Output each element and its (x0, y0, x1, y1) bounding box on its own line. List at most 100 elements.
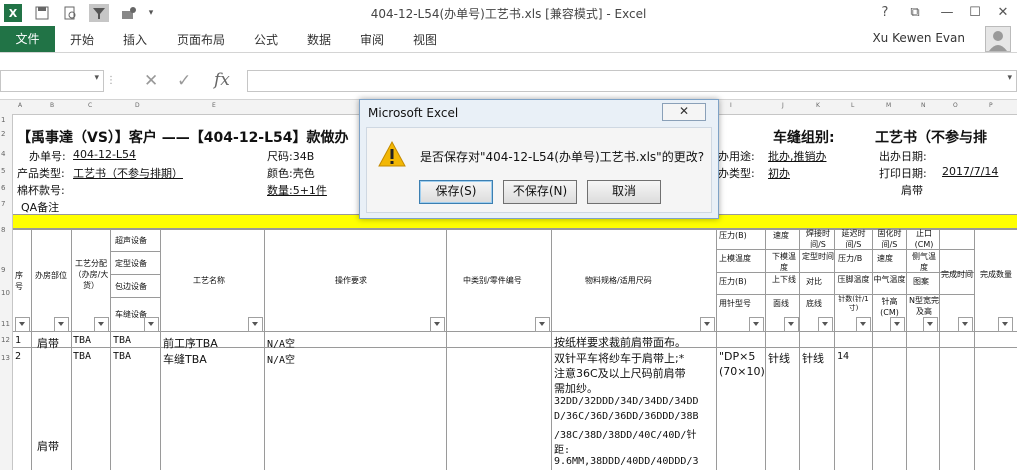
column-d[interactable]: D (135, 102, 140, 109)
filter-dropdown[interactable] (890, 317, 905, 332)
column-p[interactable]: P (989, 102, 993, 109)
row-4[interactable]: 4 (1, 150, 5, 158)
row2-material-line: 32DD/32DDD/34D/34DD/34DD (554, 396, 699, 407)
purpose-value: 批办,推销办 (768, 150, 827, 163)
dialog-close-button[interactable]: ✕ (662, 103, 706, 121)
row-9[interactable]: 9 (1, 266, 5, 274)
filter-dropdown[interactable] (248, 317, 263, 332)
row1-req: N/A空 (267, 339, 296, 350)
tab-home[interactable]: 开始 (70, 31, 94, 48)
save-button[interactable]: 保存(S) (419, 180, 493, 204)
name-box[interactable]: ▾ (0, 70, 104, 92)
user-name[interactable]: Xu Kewen Evan (872, 31, 965, 45)
help-button[interactable]: ? (876, 4, 894, 22)
tab-page-layout[interactable]: 页面布局 (177, 31, 225, 48)
cancel-icon[interactable]: ✕ (144, 71, 158, 91)
filter-dropdown[interactable] (94, 317, 109, 332)
filter-dropdown[interactable] (749, 317, 764, 332)
row-8[interactable]: 8 (1, 226, 5, 234)
grid-line (31, 228, 32, 470)
filter-dropdown[interactable] (144, 317, 159, 332)
close-button[interactable]: ✕ (994, 4, 1012, 22)
insert-function-button[interactable]: fx (214, 70, 230, 90)
row-1[interactable]: 1 (1, 116, 5, 124)
row1-craft: 前工序TBA (163, 337, 218, 350)
header-ultrasonic: 超声设备 (115, 236, 147, 245)
tab-formulas[interactable]: 公式 (254, 31, 278, 48)
filter-dropdown[interactable] (998, 317, 1013, 332)
sample-type-label: 办类型: (718, 167, 755, 180)
grid-line (974, 228, 975, 470)
ribbon-display-button[interactable]: ⧉ (906, 4, 924, 22)
row-5[interactable]: 5 (1, 167, 5, 175)
column-e[interactable]: E (212, 102, 216, 109)
header-side-temp: 侧气温度 (912, 252, 936, 272)
filter-dropdown[interactable] (700, 317, 715, 332)
formula-bar-area: ▾ ⋮ ✕ ✓ fx ▾ (0, 53, 1017, 100)
header-stitch-height: 针高(CM) (880, 297, 899, 317)
grid-line (765, 228, 766, 470)
row-13[interactable]: 13 (1, 354, 10, 362)
print-date-label: 打印日期: (879, 167, 927, 180)
filter-dropdown[interactable] (923, 317, 938, 332)
row2-dept: 肩带 (37, 440, 59, 453)
header-shape-time: 定型时间 (802, 252, 834, 261)
dont-save-button[interactable]: 不保存(N) (503, 180, 577, 204)
filter-dropdown[interactable] (54, 317, 69, 332)
row1-seq: 1 (15, 335, 22, 346)
filter-dropdown[interactable] (430, 317, 445, 332)
row2-needle-size: (70×10) (719, 365, 765, 378)
sheet-title: 【禹事達（VS）】客户 ——【404-12-L54】款做办 (17, 130, 349, 146)
process-title: 工艺书（不参与排 (875, 130, 987, 146)
grid-line (716, 228, 717, 470)
size-label: 尺码:34B (267, 150, 315, 163)
column-n[interactable]: N (921, 102, 926, 109)
header-craft-alloc: 工艺分配（办房/大货） (73, 259, 109, 290)
column-b[interactable]: B (50, 102, 54, 109)
filter-dropdown[interactable] (784, 317, 799, 332)
enter-icon[interactable]: ✓ (177, 71, 191, 91)
header-dept: 办房部位 (35, 271, 67, 280)
row-10[interactable]: 10 (1, 289, 10, 297)
expand-formula-icon[interactable]: ▾ (1007, 73, 1012, 83)
tab-data[interactable]: 数据 (307, 31, 331, 48)
tab-insert[interactable]: 插入 (123, 31, 147, 48)
tab-file[interactable]: 文件 (0, 26, 55, 52)
header-top-temp: 上模温度 (719, 254, 751, 263)
filter-dropdown[interactable] (856, 317, 871, 332)
column-i[interactable]: I (730, 102, 732, 109)
column-o[interactable]: O (953, 102, 958, 109)
column-k[interactable]: K (816, 102, 820, 109)
column-l[interactable]: L (851, 102, 854, 109)
tab-review[interactable]: 审阅 (360, 31, 384, 48)
formula-input[interactable]: ▾ (247, 70, 1017, 92)
filter-dropdown[interactable] (958, 317, 973, 332)
chevron-down-icon[interactable]: ▾ (94, 73, 99, 83)
cancel-button[interactable]: 取消 (587, 180, 661, 204)
row-6[interactable]: 6 (1, 184, 5, 192)
row-12[interactable]: 12 (1, 336, 10, 344)
header-stop-cm: 止口(CM) (914, 229, 934, 249)
filter-dropdown[interactable] (15, 317, 30, 332)
sample-type-value: 初办 (768, 167, 790, 180)
row-11[interactable]: 11 (1, 320, 10, 328)
header-fix-time: 固化时间/S (877, 229, 902, 249)
tab-view[interactable]: 视图 (413, 31, 437, 48)
grid-line (264, 228, 265, 470)
type-value: 工艺书（不参与排期） (73, 167, 183, 180)
header-pressure-b2: 压力(B) (719, 277, 747, 286)
row-7[interactable]: 7 (1, 200, 5, 208)
column-j[interactable]: J (782, 102, 784, 109)
avatar[interactable] (985, 26, 1011, 52)
header-part-no: 中类别/零件编号 (463, 276, 522, 285)
column-c[interactable]: C (88, 102, 92, 109)
column-a[interactable]: A (18, 102, 22, 109)
row-2[interactable]: 2 (1, 130, 5, 138)
filter-dropdown[interactable] (535, 317, 550, 332)
maximize-button[interactable]: ☐ (966, 4, 984, 22)
window-title: 404-12-L54(办单号)工艺书.xls [兼容模式] - Excel (370, 7, 647, 21)
column-m[interactable]: M (886, 102, 891, 109)
minimize-button[interactable]: — (938, 4, 956, 22)
row2-bottom: 针线 (768, 352, 790, 365)
filter-dropdown[interactable] (818, 317, 833, 332)
